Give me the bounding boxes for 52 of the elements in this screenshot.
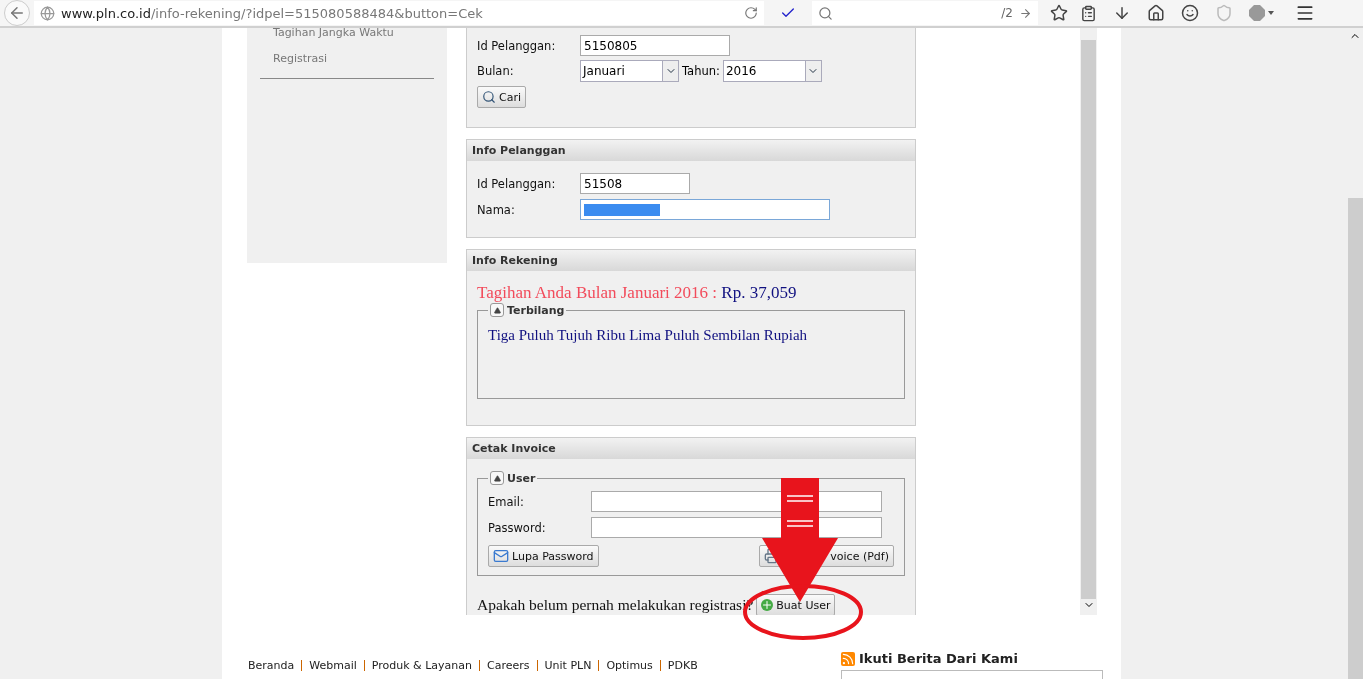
legend-text: User xyxy=(507,471,536,485)
home-icon[interactable] xyxy=(1147,4,1165,22)
footer-link[interactable]: Unit PLN xyxy=(544,658,592,672)
globe-icon xyxy=(40,5,55,21)
sidebar-link[interactable]: Registrasi xyxy=(260,46,434,72)
field-label: Email: xyxy=(488,494,525,509)
amount-in-words: Tiga Puluh Tujuh Ribu Lima Puluh Sembilan Rupiah xyxy=(488,327,809,344)
search-button[interactable]: Cari xyxy=(477,86,526,108)
field-label: Id Pelanggan: xyxy=(477,176,557,191)
field-label: Bulan: xyxy=(477,64,515,78)
address-bar[interactable]: www.pln.co.id/info-rekening/?idpel=515080588484&button=Cek xyxy=(34,1,764,25)
triangle-icon xyxy=(493,306,501,314)
menu-icon[interactable] xyxy=(1295,3,1315,23)
legend-text: Terbilang xyxy=(507,303,565,317)
triangle-icon xyxy=(493,474,501,482)
clipboard-icon[interactable] xyxy=(1080,4,1097,22)
feed-title: Ikuti Berita Dari Kami xyxy=(841,651,1103,666)
search-text: /2 xyxy=(1001,6,1013,20)
create-user-button[interactable]: Buat User xyxy=(756,594,836,615)
url-text: www.pln.co.id/info-rekening/?idpel=515080588484&button=Cek xyxy=(61,5,483,21)
smiley-icon[interactable] xyxy=(1181,4,1199,22)
month-select[interactable]: Januari xyxy=(580,60,679,82)
field-label: Id Pelanggan: xyxy=(477,38,557,53)
reload-icon[interactable] xyxy=(744,6,758,20)
collapse-toggle[interactable] xyxy=(490,303,504,317)
name-field[interactable] xyxy=(580,199,830,220)
field-label: Nama: xyxy=(477,202,516,217)
footer-link[interactable]: Careers xyxy=(487,658,530,672)
back-button[interactable] xyxy=(4,0,30,26)
id-field[interactable]: 5150805 xyxy=(580,35,730,56)
star-icon[interactable] xyxy=(1050,4,1068,22)
rss-icon xyxy=(841,651,855,666)
forgot-password-button[interactable]: Lupa Password xyxy=(488,545,599,567)
collapse-toggle[interactable] xyxy=(490,471,504,485)
plus-icon xyxy=(761,599,774,611)
search-icon xyxy=(482,90,496,104)
search-field[interactable]: /2 xyxy=(812,1,1038,25)
footer-link[interactable]: Optimus xyxy=(606,658,653,672)
footer-link[interactable]: Beranda xyxy=(248,658,295,672)
field-label: Password: xyxy=(488,520,547,535)
search-icon xyxy=(818,5,833,21)
bill-text: Tagihan Anda Bulan Januari 2016 : Rp. 37,059 xyxy=(477,283,798,303)
footer-link[interactable]: Produk & Layanan xyxy=(371,658,472,672)
footer-link[interactable]: Webmail xyxy=(309,658,357,672)
footer-link[interactable]: PDKB xyxy=(667,658,698,672)
year-select[interactable]: 2016 xyxy=(722,60,822,82)
field-label: Tahun: xyxy=(682,64,720,78)
id-field[interactable]: 51508 xyxy=(580,173,690,194)
octagon-icon[interactable] xyxy=(1249,5,1275,21)
envelope-icon xyxy=(493,548,509,564)
download-icon[interactable] xyxy=(1113,4,1131,22)
arrow-right-icon xyxy=(1019,6,1032,20)
